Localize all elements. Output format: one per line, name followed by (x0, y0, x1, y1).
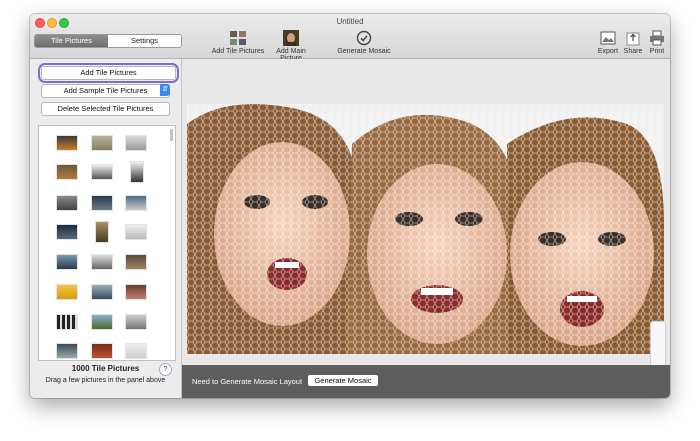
status-bar: Need to Generate Mosaic Layout Generate … (182, 365, 670, 398)
tile-thumbnail[interactable] (56, 343, 78, 359)
add-tile-pictures-toolbar-label: Add Tile Pictures (211, 48, 265, 55)
add-sample-tile-pictures-label: Add Sample Tile Pictures (63, 86, 148, 95)
tile-thumbnail[interactable] (91, 164, 113, 180)
window-title: Untitled (336, 17, 364, 26)
tab-tile-pictures[interactable]: Tile Pictures (35, 35, 108, 47)
export-toolbar-label: Export (597, 48, 619, 55)
help-icon[interactable]: ? (159, 363, 172, 376)
tile-thumbnail[interactable] (56, 254, 78, 270)
add-tile-pictures-toolbar-button[interactable]: Add Tile Pictures (210, 30, 266, 55)
status-message: Need to Generate Mosaic Layout (192, 377, 303, 386)
portrait-icon (283, 30, 299, 46)
tile-thumbnail[interactable] (91, 284, 113, 300)
tile-thumbnail[interactable] (125, 314, 147, 330)
tile-thumbnail[interactable] (56, 284, 78, 300)
printer-icon (650, 30, 664, 46)
share-icon (626, 32, 640, 46)
tile-thumbnail[interactable] (91, 195, 113, 211)
tile-thumbnail[interactable] (91, 314, 113, 330)
export-toolbar-button[interactable]: Export (596, 30, 620, 55)
scrollbar[interactable] (170, 129, 173, 141)
add-tile-pictures-button[interactable]: Add Tile Pictures (41, 66, 176, 80)
tile-thumbnail[interactable] (56, 314, 78, 330)
tile-thumbnail[interactable] (56, 164, 78, 180)
app-window: Untitled Tile Pictures Settings Add Tile… (30, 14, 670, 398)
tile-thumbnail[interactable] (130, 161, 144, 183)
tile-grid-icon (230, 31, 246, 45)
tile-thumbnail[interactable] (56, 224, 78, 240)
chevron-updown-icon: ⇵ (160, 84, 170, 96)
generate-mosaic-toolbar-label: Generate Mosaic (337, 48, 391, 55)
segmented-control: Tile Pictures Settings (34, 34, 182, 48)
title-bar: Untitled Tile Pictures Settings Add Tile… (30, 14, 670, 62)
tile-pictures-panel[interactable] (38, 125, 176, 361)
add-sample-tile-pictures-popup[interactable]: Add Sample Tile Pictures ⇵ (41, 84, 170, 98)
tile-thumbnail[interactable] (125, 343, 147, 359)
tile-thumbnail[interactable] (91, 135, 113, 151)
tile-thumbnail[interactable] (91, 343, 113, 359)
tile-thumbnail[interactable] (56, 195, 78, 211)
add-main-picture-toolbar-button[interactable]: Add Main Picture (266, 30, 316, 62)
share-toolbar-button[interactable]: Share (622, 30, 644, 55)
share-toolbar-label: Share (623, 48, 643, 55)
generate-mosaic-toolbar-button[interactable]: Generate Mosaic (336, 30, 392, 55)
mosaic-canvas-area: Need to Generate Mosaic Layout Generate … (182, 59, 670, 398)
delete-selected-tile-pictures-button[interactable]: Delete Selected Tile Pictures (41, 102, 170, 116)
mosaic-preview-image (187, 104, 664, 354)
print-toolbar-button[interactable]: Print (646, 30, 668, 55)
tab-settings[interactable]: Settings (108, 35, 181, 47)
drag-hint: Drag a few pictures in the panel above (45, 377, 166, 384)
tile-thumbnail[interactable] (91, 254, 113, 270)
export-image-icon (600, 31, 616, 45)
sidebar: Add Tile Pictures Add Sample Tile Pictur… (30, 59, 182, 398)
tile-thumbnail[interactable] (56, 135, 78, 151)
tile-thumbnail[interactable] (125, 195, 147, 211)
tile-thumbnail[interactable] (95, 221, 109, 243)
checkmark-circle-icon (356, 30, 372, 46)
tile-thumbnail[interactable] (125, 284, 147, 300)
print-toolbar-label: Print (649, 48, 665, 55)
tile-thumbnail[interactable] (125, 254, 147, 270)
generate-mosaic-button[interactable]: Generate Mosaic (308, 375, 378, 386)
tile-thumbnail[interactable] (125, 224, 147, 240)
tile-thumbnail[interactable] (125, 135, 147, 151)
